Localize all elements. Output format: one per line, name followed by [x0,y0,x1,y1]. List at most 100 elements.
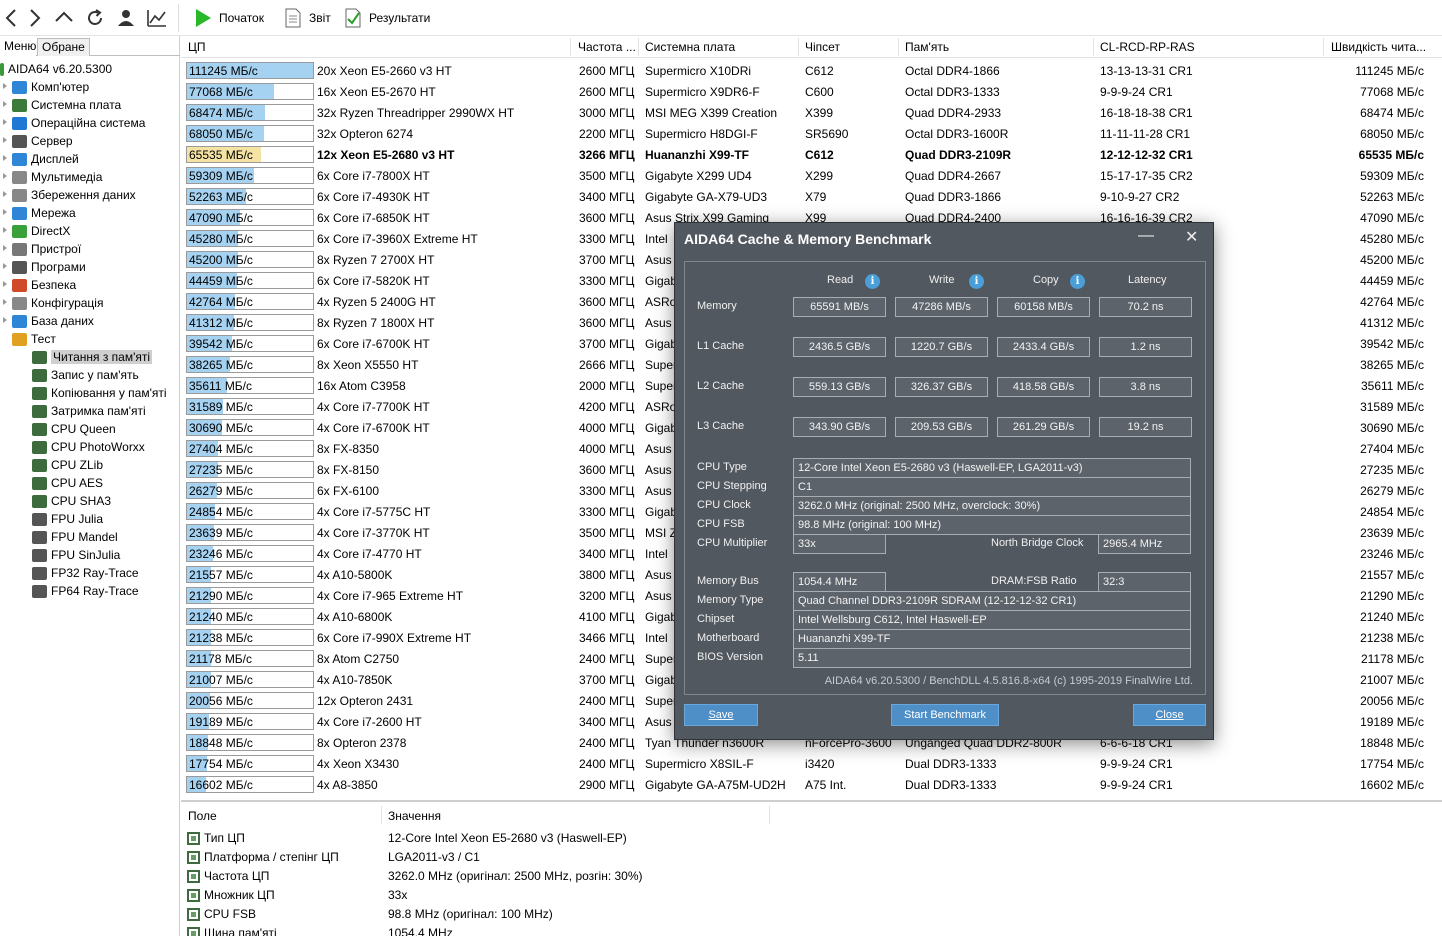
tree-item[interactable]: Читання з пам'яті [32,348,153,366]
tree-item[interactable]: FPU SinJulia [32,546,120,564]
start-benchmark-button[interactable]: Start Benchmark [891,704,999,726]
table-row[interactable]: 65535 МБ/с 12x Xeon E5-2680 v3 HT 3266 МГЦ… [181,144,1442,165]
table-row[interactable]: 68474 МБ/с 32x Ryzen Threadripper 2990WX … [181,102,1442,123]
tree-item[interactable]: Затримка пам'яті [32,402,146,420]
cell-cpu: 6x Core i7-5820K HT [317,274,430,288]
tree-item[interactable]: FPU Julia [32,510,103,528]
tab-menu[interactable]: Меню [0,38,36,56]
copy-info-icon[interactable]: i [1070,274,1085,289]
cell-read-speed: 21007 МБ/с [1360,673,1424,687]
expand-arrow-icon[interactable] [3,245,7,251]
details-row[interactable]: Частота ЦП 3262.0 MHz (оригінал: 2500 MHz… [181,868,781,887]
col-chipset[interactable]: Чіпсет [805,40,840,54]
expand-arrow-icon[interactable] [3,227,7,233]
col-value[interactable]: Значення [388,809,441,823]
expand-arrow-icon[interactable] [3,263,7,269]
tree-item[interactable]: Тест [12,330,56,348]
details-row[interactable]: Платформа / степінг ЦП LGA2011-v3 / C1 [181,849,781,868]
expand-arrow-icon[interactable] [3,155,7,161]
expand-arrow-icon[interactable] [3,191,7,197]
tab-favorites[interactable]: Обране [37,38,90,56]
report-button[interactable]: Звіт [283,7,331,29]
col-cpu[interactable]: ЦП [188,40,206,54]
user-icon[interactable] [114,6,138,30]
tree-item[interactable]: Програми [3,258,86,276]
tree-item[interactable]: Пристрої [3,240,81,258]
tree-item[interactable]: FPU Mandel [32,528,118,546]
table-row[interactable]: 68050 МБ/с 32x Opteron 6274 2200 МГЦ Superm… [181,123,1442,144]
col-read-speed[interactable]: Швидкість чита... [1331,40,1426,54]
save-button[interactable]: Save [684,704,758,726]
tree-item[interactable]: Мережа [3,204,76,222]
tree-item[interactable]: Конфігурація [3,294,103,312]
cell-cpu: 32x Opteron 6274 [317,127,414,141]
tree-item[interactable]: Збереження даних [3,186,136,204]
expand-arrow-icon[interactable] [3,101,7,107]
details-value: 3262.0 MHz (оригінал: 2500 MHz, розгін: … [388,869,643,883]
table-row[interactable]: 16602 МБ/с 4x A8-3850 2900 МГЦ Gigabyte GA-… [181,774,1442,795]
table-row[interactable]: 77068 МБ/с 16x Xeon E5-2670 HT 2600 МГЦ Sup… [181,81,1442,102]
latency-value: 19.2 ns [1099,417,1192,437]
read-info-icon[interactable]: i [865,274,880,289]
table-row[interactable]: 52263 МБ/с 6x Core i7-4930K HT 3400 МГЦ Gig… [181,186,1442,207]
tree-item[interactable]: CPU PhotoWorxx [32,438,145,456]
cell-read-speed: 68474 МБ/с [1360,106,1424,120]
expand-arrow-icon[interactable] [3,173,7,179]
tree-item[interactable]: Сервер [3,132,73,150]
expand-arrow-icon[interactable] [3,137,7,143]
tree-item[interactable]: Системна плата [3,96,121,114]
close-icon[interactable]: ✕ [1185,227,1198,247]
speed-bar: 68474 МБ/с [186,104,314,121]
expand-arrow-icon[interactable] [3,317,7,323]
results-button[interactable]: Результати [343,7,430,29]
speed-bar-text: 52263 МБ/с [189,190,253,204]
details-row[interactable]: Множник ЦП 33x [181,887,781,906]
tree-item[interactable]: Мультимедіа [3,168,102,186]
details-row[interactable]: Шина пам'яті 1054.4 MHz [181,925,781,936]
col-field[interactable]: Поле [188,809,217,823]
refresh-icon[interactable] [83,6,107,30]
table-row[interactable]: 59309 МБ/с 6x Core i7-7800X HT 3500 МГЦ Gig… [181,165,1442,186]
tree-item[interactable]: CPU Queen [32,420,116,438]
tree-item[interactable]: DirectX [3,222,70,240]
write-info-icon[interactable]: i [969,274,984,289]
tree-item[interactable]: AIDA64 v6.20.5300 [0,60,112,78]
tree-item[interactable]: FP64 Ray-Trace [32,582,139,600]
tree-item[interactable]: Дисплей [3,150,79,168]
chart-icon[interactable] [145,6,169,30]
tree-item[interactable]: CPU ZLib [32,456,103,474]
tree-item[interactable]: Безпека [3,276,76,294]
table-row[interactable]: 111245 МБ/с 20x Xeon E5-2660 v3 HT 2600 МГ… [181,60,1442,81]
up-icon[interactable] [52,6,76,30]
col-timings[interactable]: CL-RCD-RP-RAS [1100,40,1195,54]
cell-read-speed: 24854 МБ/с [1360,505,1424,519]
col-memory[interactable]: Пам'ять [905,40,949,54]
tree-item[interactable]: Операційна система [3,114,145,132]
tree-item[interactable]: Комп'ютер [3,78,89,96]
speed-bar: 21290 МБ/с [186,587,314,604]
tree-item[interactable]: Запис у пам'ять [32,366,139,384]
details-row[interactable]: CPU FSB 98.8 MHz (оригінал: 100 MHz) [181,906,781,925]
close-button[interactable]: Close [1133,704,1206,726]
expand-arrow-icon[interactable] [3,299,7,305]
start-button[interactable]: Початок [193,7,264,29]
tree-item[interactable]: База даних [3,312,94,330]
cpu-chip-icon [187,927,200,936]
forward-icon[interactable] [22,6,46,30]
cpu-chip-icon [187,889,200,902]
col-motherboard[interactable]: Системна плата [645,40,735,54]
tree-item[interactable]: CPU SHA3 [32,492,111,510]
table-row[interactable]: 17754 МБ/с 4x Xeon X3430 2400 МГЦ Supermicr… [181,753,1442,774]
tree-item[interactable]: CPU AES [32,474,103,492]
expand-arrow-icon[interactable] [3,83,7,89]
details-row[interactable]: Тип ЦП 12-Core Intel Xeon E5-2680 v3 (Has… [181,830,781,849]
speed-bar: 68050 МБ/с [186,125,314,142]
col-frequency[interactable]: Частота ... [578,40,636,54]
back-icon[interactable] [0,6,24,30]
tree-item[interactable]: FP32 Ray-Trace [32,564,139,582]
expand-arrow-icon[interactable] [3,281,7,287]
expand-arrow-icon[interactable] [3,119,7,125]
expand-arrow-icon[interactable] [3,209,7,215]
minimize-icon[interactable]: — [1138,227,1154,245]
tree-item[interactable]: Копіювання у пам'яті [32,384,167,402]
